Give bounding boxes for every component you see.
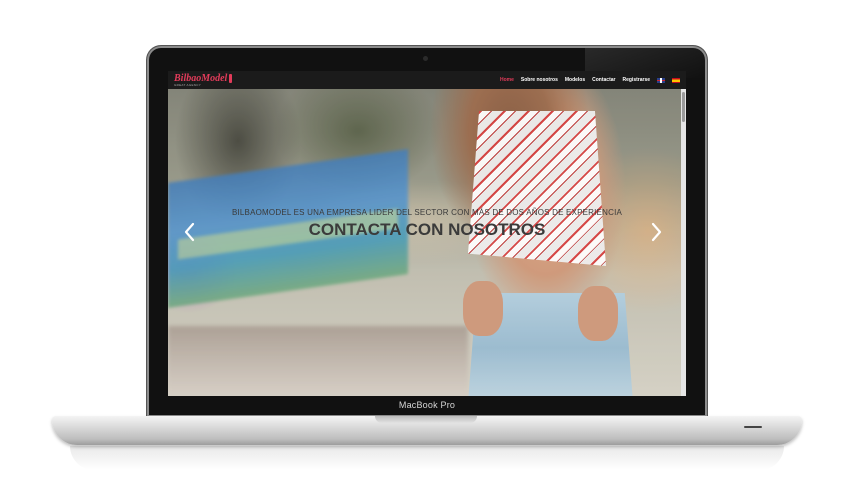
site-navbar: BilbaoModel GREAT AGENCY Home Sobre noso…: [168, 71, 686, 89]
logo-mark-icon: [229, 74, 233, 83]
device-model-label: MacBook Pro: [398, 400, 456, 410]
slider-prev-button[interactable]: [182, 221, 198, 243]
logo-subtext: GREAT AGENCY: [174, 82, 201, 87]
laptop-reflection: [70, 446, 784, 470]
nav-item-registrarse[interactable]: Registrarse: [622, 77, 650, 83]
laptop-lid: BilbaoModel GREAT AGENCY Home Sobre noso…: [147, 46, 707, 417]
camera-icon: [423, 56, 428, 61]
site-logo[interactable]: BilbaoModel GREAT AGENCY: [174, 72, 233, 87]
page-scrollbar[interactable]: [681, 89, 686, 396]
nav-item-modelos[interactable]: Modelos: [565, 77, 585, 83]
sleep-indicator-icon: [744, 426, 762, 428]
nav-menu: Home Sobre nosotros Modelos Contactar Re…: [500, 77, 680, 83]
slider-next-button[interactable]: [648, 221, 664, 243]
spanish-flag-icon[interactable]: [672, 77, 680, 83]
laptop-screen: BilbaoModel GREAT AGENCY Home Sobre noso…: [168, 71, 686, 396]
laptop-opening-notch: [375, 416, 477, 423]
chevron-right-icon: [651, 222, 662, 242]
chevron-left-icon: [184, 222, 195, 242]
nav-item-home[interactable]: Home: [500, 77, 514, 83]
english-flag-icon[interactable]: [657, 77, 665, 83]
laptop-base: [52, 416, 802, 445]
hero-cta-heading[interactable]: CONTACTA CON NOSOTROS: [168, 220, 686, 240]
mockup-stage: BilbaoModel GREAT AGENCY Home Sobre noso…: [0, 0, 860, 500]
hero-tagline: BILBAOMODEL ES UNA EMPRESA LIDER DEL SEC…: [231, 208, 623, 217]
logo-text: BilbaoModel: [174, 72, 228, 84]
nav-item-sobre-nosotros[interactable]: Sobre nosotros: [521, 77, 558, 83]
nav-item-contactar[interactable]: Contactar: [592, 77, 615, 83]
scrollbar-thumb[interactable]: [682, 92, 685, 122]
